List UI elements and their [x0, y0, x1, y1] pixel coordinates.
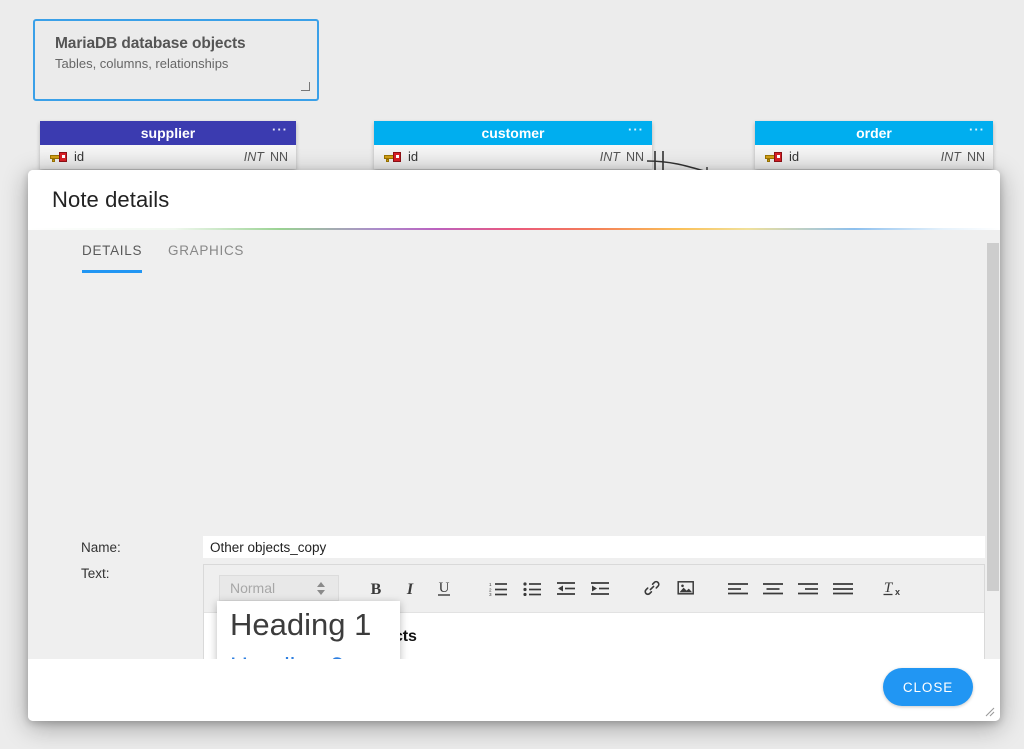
format-select-value: Normal: [230, 580, 276, 596]
format-select[interactable]: Normal: [219, 575, 339, 601]
name-label: Name:: [81, 540, 121, 555]
er-table-header[interactable]: order ···: [755, 121, 993, 145]
dialog-scrollbar-thumb[interactable]: [987, 243, 999, 591]
dialog-resize-handle[interactable]: [982, 704, 995, 717]
er-column-type: INT: [599, 150, 620, 164]
tab-details[interactable]: DETAILS: [82, 243, 143, 273]
er-column-meta: INT NN: [941, 145, 985, 169]
format-option-heading-2[interactable]: Heading 2: [217, 647, 400, 659]
er-table-header[interactable]: customer ···: [374, 121, 652, 145]
italic-button[interactable]: I: [396, 573, 424, 603]
er-table-name: order: [856, 125, 892, 141]
er-table-name: supplier: [140, 125, 196, 141]
er-column-meta: INT NN: [244, 145, 288, 169]
er-column-flag: NN: [269, 150, 288, 164]
text-label: Text:: [81, 566, 110, 581]
er-table-name: customer: [481, 125, 545, 141]
primary-key-icon: [384, 152, 401, 162]
er-column-flag: NN: [966, 150, 985, 164]
align-left-button[interactable]: [724, 573, 752, 603]
format-dropdown-menu[interactable]: Heading 1 Heading 2 Heading 3 Heading 4 …: [217, 601, 400, 659]
er-column-type: INT: [940, 150, 961, 164]
svg-text:U: U: [438, 580, 449, 596]
table-menu-icon[interactable]: ···: [628, 118, 644, 142]
link-button[interactable]: [638, 573, 666, 603]
svg-text:3: 3: [489, 592, 492, 596]
table-menu-icon[interactable]: ···: [969, 118, 985, 142]
svg-text:I: I: [406, 581, 414, 597]
align-right-button[interactable]: [794, 573, 822, 603]
svg-text:1: 1: [489, 582, 492, 587]
primary-key-icon: [50, 152, 67, 162]
note-subtitle: Tables, columns, relationships: [55, 56, 229, 71]
rich-text-editor[interactable]: Normal B I U 1 2 3 T x Heading 1: [203, 564, 985, 659]
er-table-customer[interactable]: customer ··· id INT NN: [374, 121, 652, 169]
align-justify-button[interactable]: [829, 573, 857, 603]
indent-button[interactable]: [586, 573, 614, 603]
er-column-row[interactable]: id INT NN: [755, 145, 993, 169]
er-table-order[interactable]: order ··· id INT NN: [755, 121, 993, 169]
note-details-dialog[interactable]: Note details DETAILS GRAPHICS Name: Text…: [28, 170, 1000, 721]
er-column-row[interactable]: id INT NN: [374, 145, 652, 169]
underline-button[interactable]: U: [430, 573, 458, 603]
format-option-heading-1[interactable]: Heading 1: [217, 603, 400, 647]
bold-button[interactable]: B: [362, 573, 390, 603]
ordered-list-button[interactable]: 1 2 3: [484, 573, 512, 603]
svg-text:B: B: [371, 581, 382, 597]
outdent-button[interactable]: [552, 573, 580, 603]
er-column-name: id: [408, 149, 419, 164]
note-object-other-objects[interactable]: MariaDB database objects Tables, columns…: [33, 19, 319, 101]
bullet-list-button[interactable]: [518, 573, 546, 603]
close-button[interactable]: CLOSE: [883, 668, 973, 706]
er-column-name: id: [74, 149, 85, 164]
er-column-flag: NN: [625, 150, 644, 164]
align-center-button[interactable]: [759, 573, 787, 603]
svg-text:T: T: [884, 580, 894, 596]
note-title: MariaDB database objects: [55, 35, 246, 52]
dialog-body: DETAILS GRAPHICS Name: Text: Normal B I: [28, 230, 1000, 659]
primary-key-icon: [765, 152, 782, 162]
dialog-header: Note details: [28, 170, 1000, 228]
name-input[interactable]: [203, 536, 985, 558]
dialog-scrollbar[interactable]: [986, 230, 1000, 659]
chevron-updown-icon: [317, 580, 326, 596]
svg-text:x: x: [895, 587, 900, 597]
note-resize-handle[interactable]: [300, 82, 310, 94]
er-column-row[interactable]: id INT NN: [40, 145, 296, 169]
table-menu-icon[interactable]: ···: [272, 118, 288, 142]
er-column-name: id: [789, 149, 800, 164]
clear-format-button[interactable]: T x: [879, 573, 907, 603]
er-column-meta: INT NN: [600, 145, 644, 169]
dialog-footer: CLOSE: [28, 659, 1000, 721]
dialog-tabs: DETAILS GRAPHICS: [28, 230, 1000, 274]
tab-graphics[interactable]: GRAPHICS: [168, 243, 244, 270]
image-button[interactable]: [672, 573, 700, 603]
er-column-type: INT: [243, 150, 264, 164]
er-table-supplier[interactable]: supplier ··· id INT NN: [40, 121, 296, 169]
er-table-header[interactable]: supplier ···: [40, 121, 296, 145]
dialog-title: Note details: [52, 187, 170, 212]
